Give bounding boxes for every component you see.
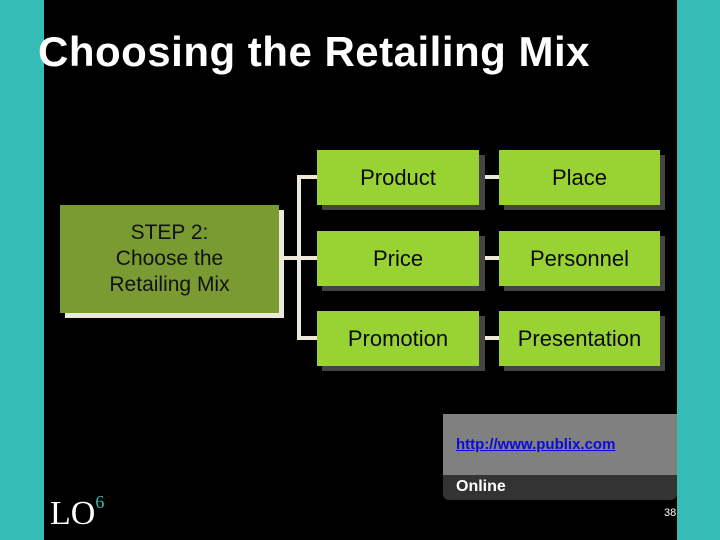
left-teal-bar [0, 0, 44, 540]
mix-box-presentation: Presentation [499, 311, 660, 366]
mix-box-place: Place [499, 150, 660, 205]
online-link-area: http://www.publix.com [443, 414, 677, 475]
page-number: 38 [664, 507, 677, 519]
slide-title: Choosing the Retailing Mix [38, 28, 591, 75]
mix-box-personnel: Personnel [499, 231, 660, 286]
step-line-1: STEP 2: [130, 221, 209, 244]
publix-link[interactable]: http://www.publix.com [456, 436, 615, 453]
connector-row-3 [297, 336, 317, 340]
mix-box-promotion: Promotion [317, 311, 479, 366]
online-panel: http://www.publix.com Online [443, 414, 677, 500]
step-line-3: Retailing Mix [109, 273, 230, 296]
learning-objective-badge: LO6 [50, 491, 105, 533]
right-teal-bar [677, 0, 720, 540]
connector-row-1 [297, 175, 317, 179]
online-label: Online [443, 475, 677, 500]
lo-number: 6 [95, 491, 105, 512]
lo-text: LO [50, 495, 96, 532]
step-line-2: Choose the [115, 247, 224, 270]
connector-vertical [297, 175, 301, 340]
mix-box-price: Price [317, 231, 479, 286]
step-box: STEP 2: Choose the Retailing Mix [60, 205, 279, 313]
mix-box-product: Product [317, 150, 479, 205]
